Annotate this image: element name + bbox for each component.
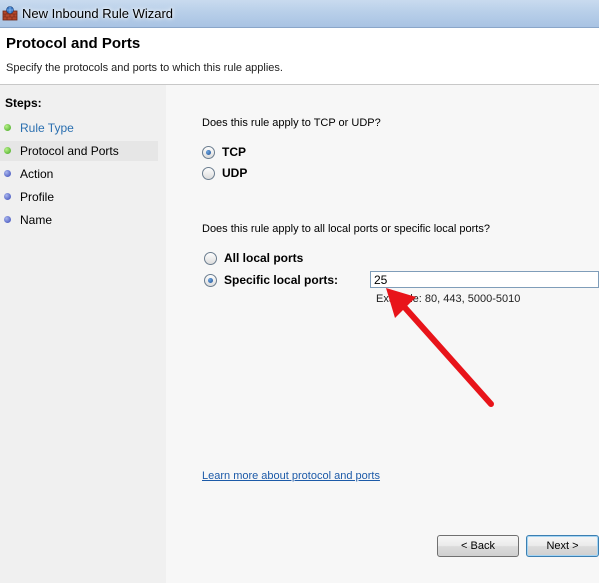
ports-example-hint: Example: 80, 443, 5000-5010	[376, 293, 521, 305]
firewall-shield-icon	[2, 6, 18, 21]
steps-label: Steps:	[5, 96, 42, 110]
udp-radio[interactable]	[202, 167, 215, 180]
wizard-header: Protocol and Ports Specify the protocols…	[0, 28, 599, 85]
tcp-radio[interactable]	[202, 146, 215, 159]
step-status-icon	[4, 147, 11, 154]
learn-more-link[interactable]: Learn more about protocol and ports	[202, 470, 380, 482]
page-title: Protocol and Ports	[6, 35, 141, 52]
step-action: Action	[0, 164, 158, 184]
steps-sidebar: Steps: Rule Type Protocol and Ports Acti…	[0, 85, 166, 583]
window-titlebar[interactable]: New Inbound Rule Wizard	[0, 0, 599, 28]
udp-label[interactable]: UDP	[222, 166, 247, 180]
next-button[interactable]: Next >	[526, 535, 599, 557]
step-name: Name	[0, 210, 158, 230]
protocol-question: Does this rule apply to TCP or UDP?	[202, 117, 381, 129]
step-protocol-and-ports: Protocol and Ports	[0, 141, 158, 161]
all-ports-radio[interactable]	[204, 252, 217, 265]
step-profile: Profile	[0, 187, 158, 207]
specific-ports-radio[interactable]	[204, 274, 217, 287]
step-label: Profile	[20, 190, 55, 204]
main-panel	[166, 85, 599, 583]
step-label: Name	[20, 213, 53, 227]
back-button[interactable]: < Back	[437, 535, 519, 557]
specific-ports-label[interactable]: Specific local ports:	[224, 273, 338, 287]
step-label: Protocol and Ports	[20, 144, 119, 158]
ports-question: Does this rule apply to all local ports …	[202, 223, 490, 235]
step-status-icon	[4, 216, 11, 223]
step-status-icon	[4, 170, 11, 177]
step-status-icon	[4, 124, 11, 131]
step-status-icon	[4, 193, 11, 200]
page-subtitle: Specify the protocols and ports to which…	[6, 62, 283, 74]
step-label: Action	[20, 167, 54, 181]
all-ports-label[interactable]: All local ports	[224, 251, 303, 265]
specific-ports-input[interactable]	[370, 271, 599, 288]
window-title: New Inbound Rule Wizard	[22, 6, 174, 21]
step-label[interactable]: Rule Type	[20, 121, 74, 135]
step-rule-type[interactable]: Rule Type	[0, 118, 158, 138]
tcp-label[interactable]: TCP	[222, 145, 246, 159]
